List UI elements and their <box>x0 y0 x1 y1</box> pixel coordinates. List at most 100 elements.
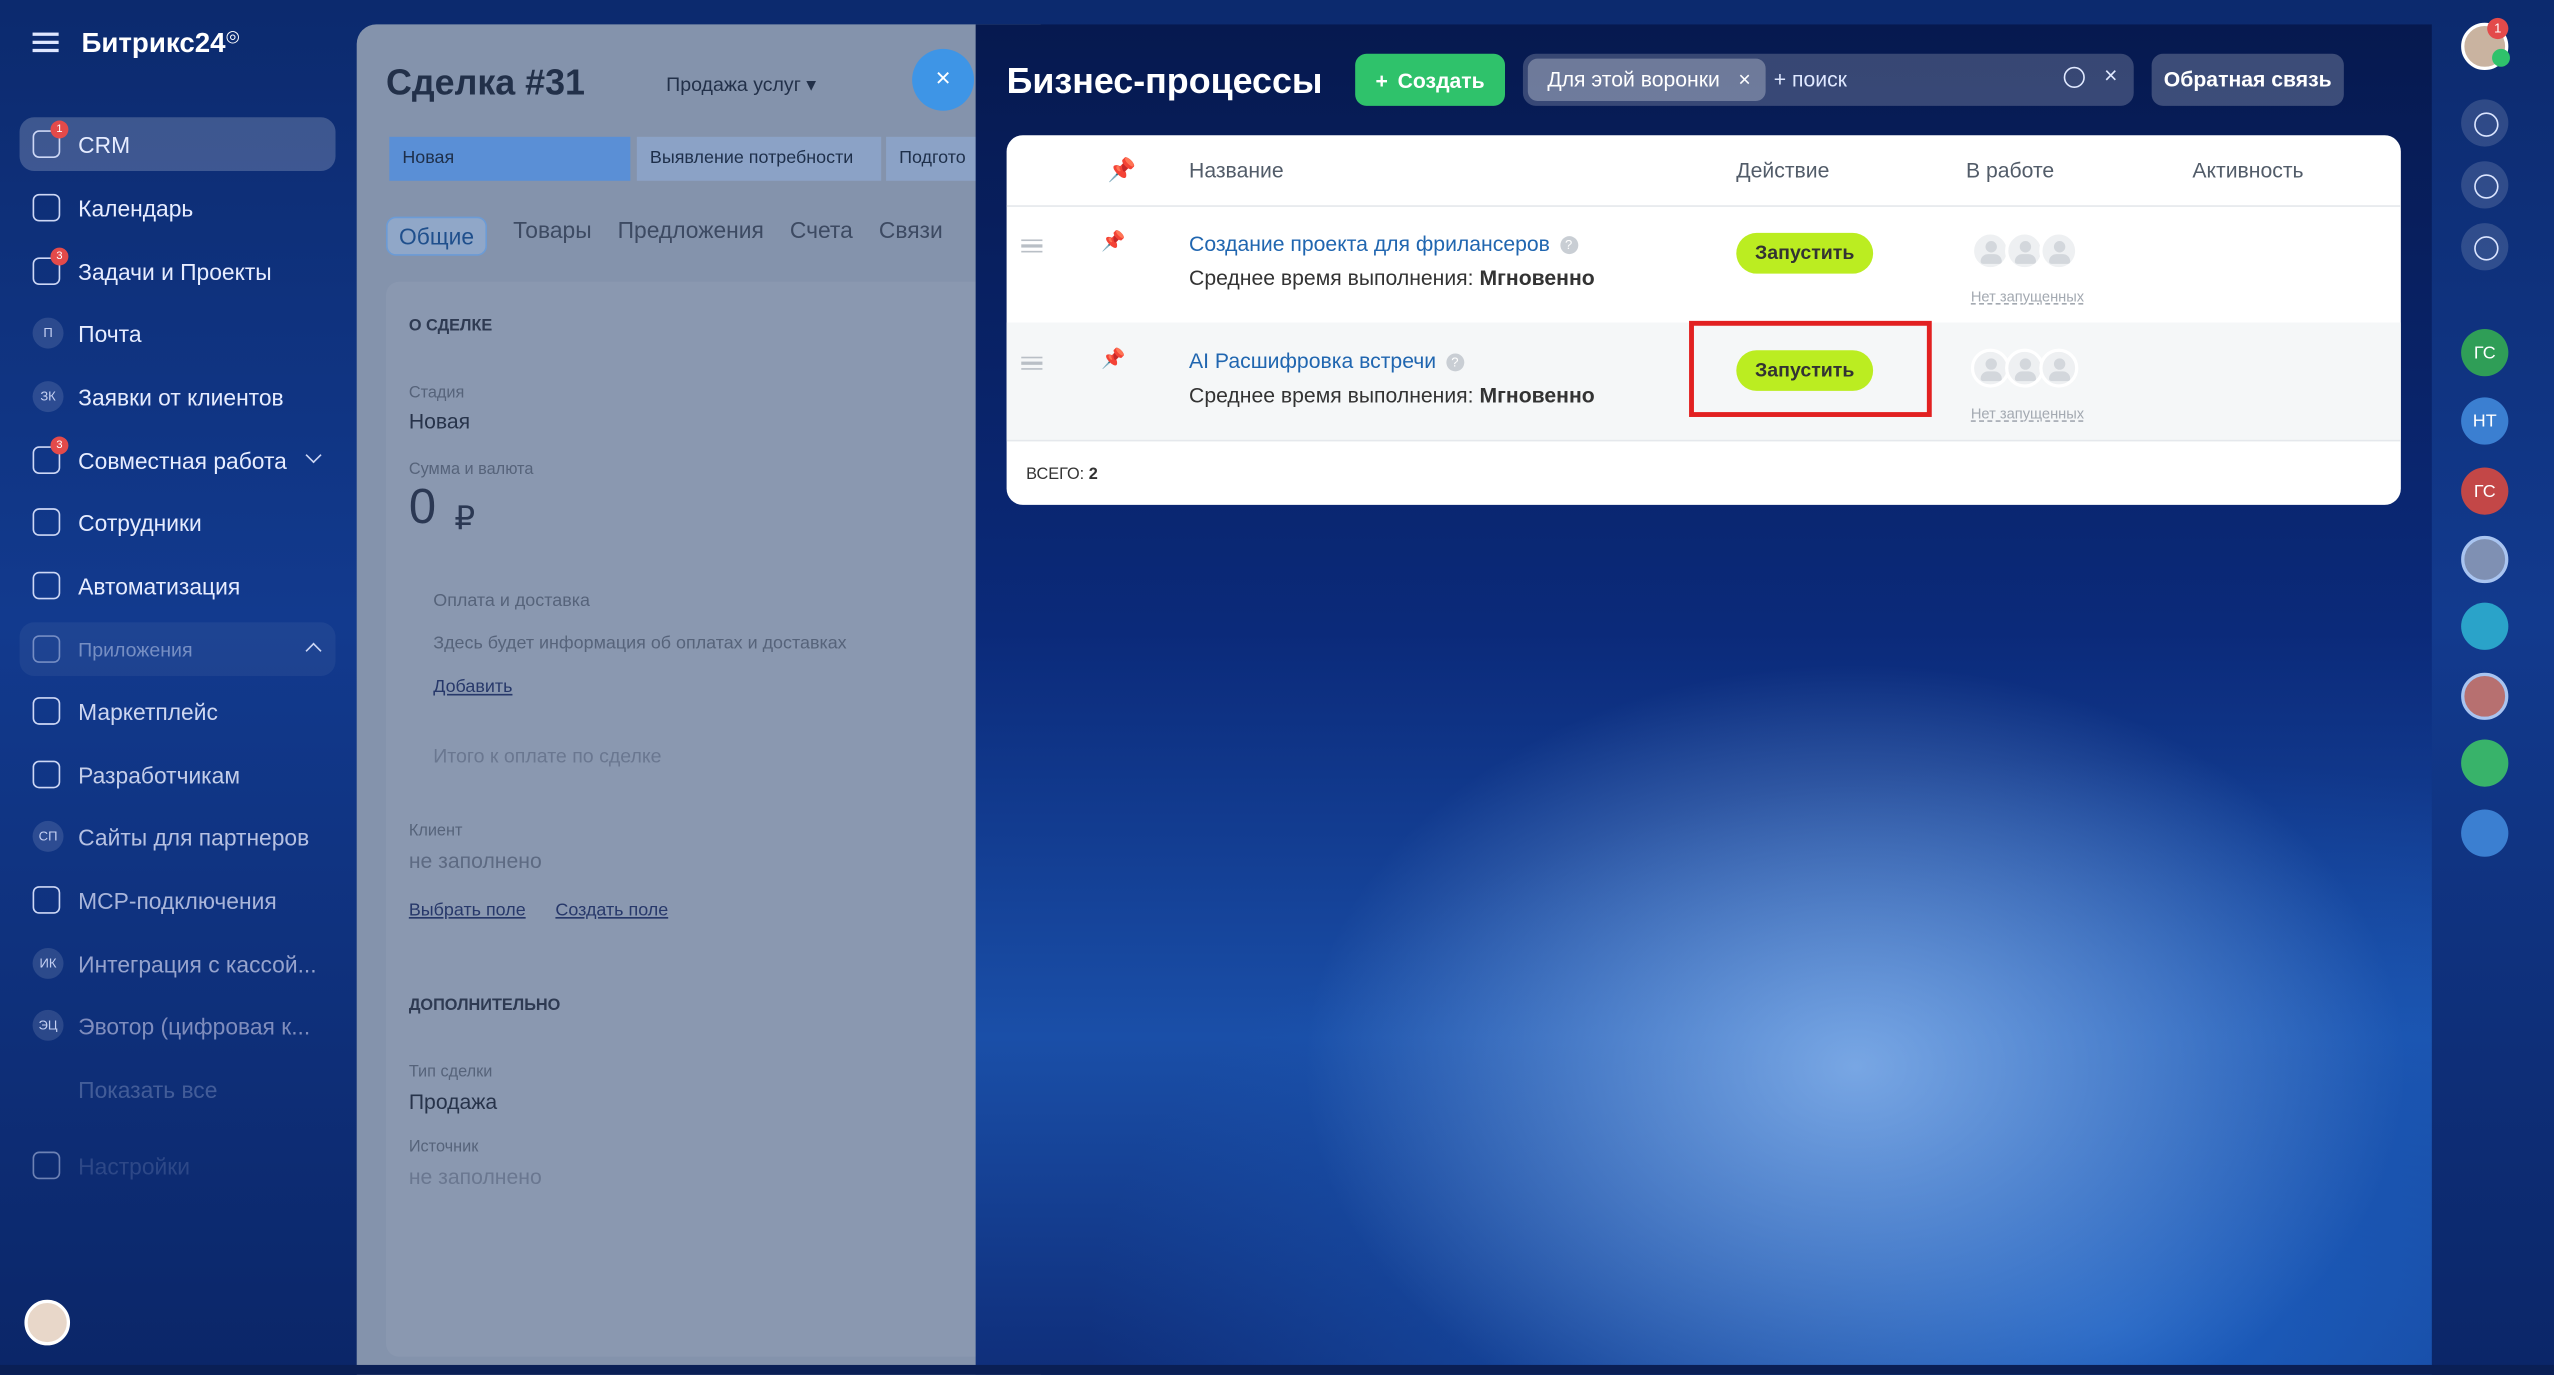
logo[interactable]: Битрикс24◎ <box>81 28 239 61</box>
process-name-link[interactable]: AI Расшифровка встречи? <box>1189 349 1464 373</box>
menu-burger-icon[interactable] <box>32 32 59 53</box>
bp-table: 📌 Название Действие В работе Активность … <box>1006 135 2401 505</box>
pipeline-select[interactable]: Продажа услуг ▾ <box>666 73 816 96</box>
close-deal-button[interactable]: × <box>912 48 975 111</box>
copilot-icon[interactable] <box>2461 161 2509 209</box>
menu-item-crm[interactable]: 1 CRM <box>19 117 336 172</box>
source-value[interactable]: не заполнено <box>409 1165 542 1189</box>
amount-label: Сумма и валюта <box>408 460 534 479</box>
chat-avatar[interactable]: ГС <box>2461 467 2509 515</box>
search-icon[interactable] <box>2063 66 2085 88</box>
tab-general[interactable]: Общие <box>386 216 488 256</box>
menu-item-automation[interactable]: Автоматизация <box>20 559 336 613</box>
bottom-strip <box>0 1364 2554 1375</box>
clear-search-icon[interactable]: × <box>2104 62 2117 88</box>
status-icon <box>2492 48 2510 67</box>
chat-search-icon[interactable] <box>2461 223 2509 271</box>
menu-item-settings[interactable]: Настройки <box>20 1139 336 1193</box>
menu-item-cash-integration[interactable]: ИК Интеграция с кассой... <box>20 937 336 991</box>
menu-item-requests[interactable]: ЗК Заявки от клиентов <box>20 370 336 424</box>
create-field-link[interactable]: Создать поле <box>555 901 668 921</box>
stage-value[interactable]: Новая <box>409 409 470 433</box>
menu-item-employees[interactable]: Сотрудники <box>20 495 336 549</box>
deal-panel: Сделка #31 Продажа услуг ▾ × Новая Выявл… <box>356 24 1041 1375</box>
none-running-link[interactable]: Нет запущенных <box>1971 288 2084 304</box>
filter-chip[interactable]: Для этой воронки × <box>1527 58 1766 101</box>
pin-icon[interactable]: 📌 <box>1101 347 1125 370</box>
section-extra: ДОПОЛНИТЕЛЬНО <box>408 996 561 1015</box>
none-running-link[interactable]: Нет запущенных <box>1971 406 2084 422</box>
client-label: Клиент <box>408 822 463 841</box>
add-payment-link[interactable]: Добавить <box>433 678 512 698</box>
stage-new[interactable]: Новая <box>389 136 631 181</box>
running-users <box>1970 231 2079 271</box>
tab-invoices[interactable]: Счета <box>790 217 853 256</box>
menu-item-calendar[interactable]: Календарь <box>20 181 336 235</box>
drag-handle-icon[interactable] <box>1021 239 1043 253</box>
type-value[interactable]: Продажа <box>409 1090 497 1114</box>
stage-needs[interactable]: Выявление потребности <box>636 136 882 181</box>
user-avatar[interactable] <box>24 1299 71 1346</box>
menu-item-marketplace[interactable]: Маркетплейс <box>20 684 336 738</box>
client-value[interactable]: не заполнено <box>409 849 542 873</box>
tab-products[interactable]: Товары <box>513 217 591 256</box>
highlight-box <box>1689 320 1932 417</box>
menu-item-developers[interactable]: Разработчикам <box>20 748 336 802</box>
help-icon[interactable]: ? <box>1559 236 1578 255</box>
tab-links[interactable]: Связи <box>879 217 943 256</box>
payment-hint: Здесь будет информация об оплатах и дост… <box>433 633 847 654</box>
menu-item-evotor[interactable]: ЭЦ Эвотор (цифровая к... <box>20 998 336 1052</box>
bp-slider: Бизнес-процессы + Создать Для этой воронк… <box>975 24 2432 1375</box>
chat-avatar-photo[interactable] <box>2461 535 2509 584</box>
pin-icon[interactable]: 📌 <box>1101 230 1125 253</box>
amount-value[interactable]: 0 <box>409 480 436 535</box>
col-activity: Активность <box>2192 157 2304 183</box>
chat-avatar[interactable]: ГС <box>2461 329 2509 377</box>
menu-item-mail[interactable]: П Почта <box>20 306 336 360</box>
bookmark-icon[interactable] <box>2461 809 2509 857</box>
help-icon[interactable]: ? <box>1445 353 1464 372</box>
run-button[interactable]: Запустить <box>1736 232 1874 274</box>
plus-icon: + <box>1375 67 1388 93</box>
left-menu: Битрикс24◎ 1 CRM Календарь 3 Задачи и Прое… <box>0 0 357 1375</box>
feedback-button[interactable]: Обратная связь <box>2151 53 2344 106</box>
payment-label: Оплата и доставка <box>433 591 590 611</box>
settings-icon <box>32 1151 61 1180</box>
right-bar: ГС НТ ГС <box>2432 0 2554 1375</box>
menu-item-partner-sites[interactable]: СП Сайты для партнеров <box>20 810 336 864</box>
chevron-up-icon <box>305 642 322 659</box>
chat-avatar-photo[interactable] <box>2461 672 2509 720</box>
pin-header-icon[interactable]: 📌 <box>1108 156 1136 184</box>
page-title: Бизнес-процессы <box>1006 60 1323 101</box>
user-placeholder-icon <box>2039 348 2079 388</box>
menu-item-show-all[interactable]: Показать все <box>20 1062 336 1116</box>
create-button[interactable]: + Создать <box>1355 53 1506 106</box>
chat-group-icon[interactable] <box>2461 602 2509 650</box>
menu-item-mcp[interactable]: MCP-подключения <box>20 873 336 927</box>
col-name[interactable]: Название <box>1189 158 1284 182</box>
chat-avatar[interactable]: НТ <box>2461 397 2509 445</box>
process-name-link[interactable]: Создание проекта для фрилансеров? <box>1189 231 1578 256</box>
remove-chip-icon[interactable]: × <box>1738 59 1750 101</box>
bell-icon[interactable] <box>2461 99 2509 147</box>
deal-tabs: Общие Товары Предложения Счета Связи <box>386 216 943 256</box>
employees-icon <box>32 508 61 536</box>
choose-field-link[interactable]: Выбрать поле <box>409 901 526 921</box>
menu-item-tasks[interactable]: 3 Задачи и Проекты <box>20 244 336 298</box>
automation-icon <box>32 571 61 600</box>
currency: ₽ <box>454 501 476 538</box>
notes-icon[interactable] <box>2461 739 2509 787</box>
marketplace-icon <box>32 697 61 725</box>
menu-item-apps[interactable]: Приложения <box>19 622 336 676</box>
deal-title: Сделка #31 <box>386 61 585 103</box>
apps-icon <box>32 635 61 663</box>
menu-item-collab[interactable]: 3 Совместная работа <box>20 433 336 487</box>
drag-handle-icon[interactable] <box>1021 356 1043 370</box>
mcp-icon <box>32 886 61 914</box>
calendar-icon <box>32 193 61 222</box>
tab-offers[interactable]: Предложения <box>618 217 764 256</box>
search-input[interactable]: + поиск <box>1774 67 1847 91</box>
filter-search[interactable]: Для этой воронки × + поиск × <box>1522 53 2134 106</box>
section-about: О СДЕЛКЕ <box>408 317 493 336</box>
source-label: Источник <box>408 1138 479 1157</box>
